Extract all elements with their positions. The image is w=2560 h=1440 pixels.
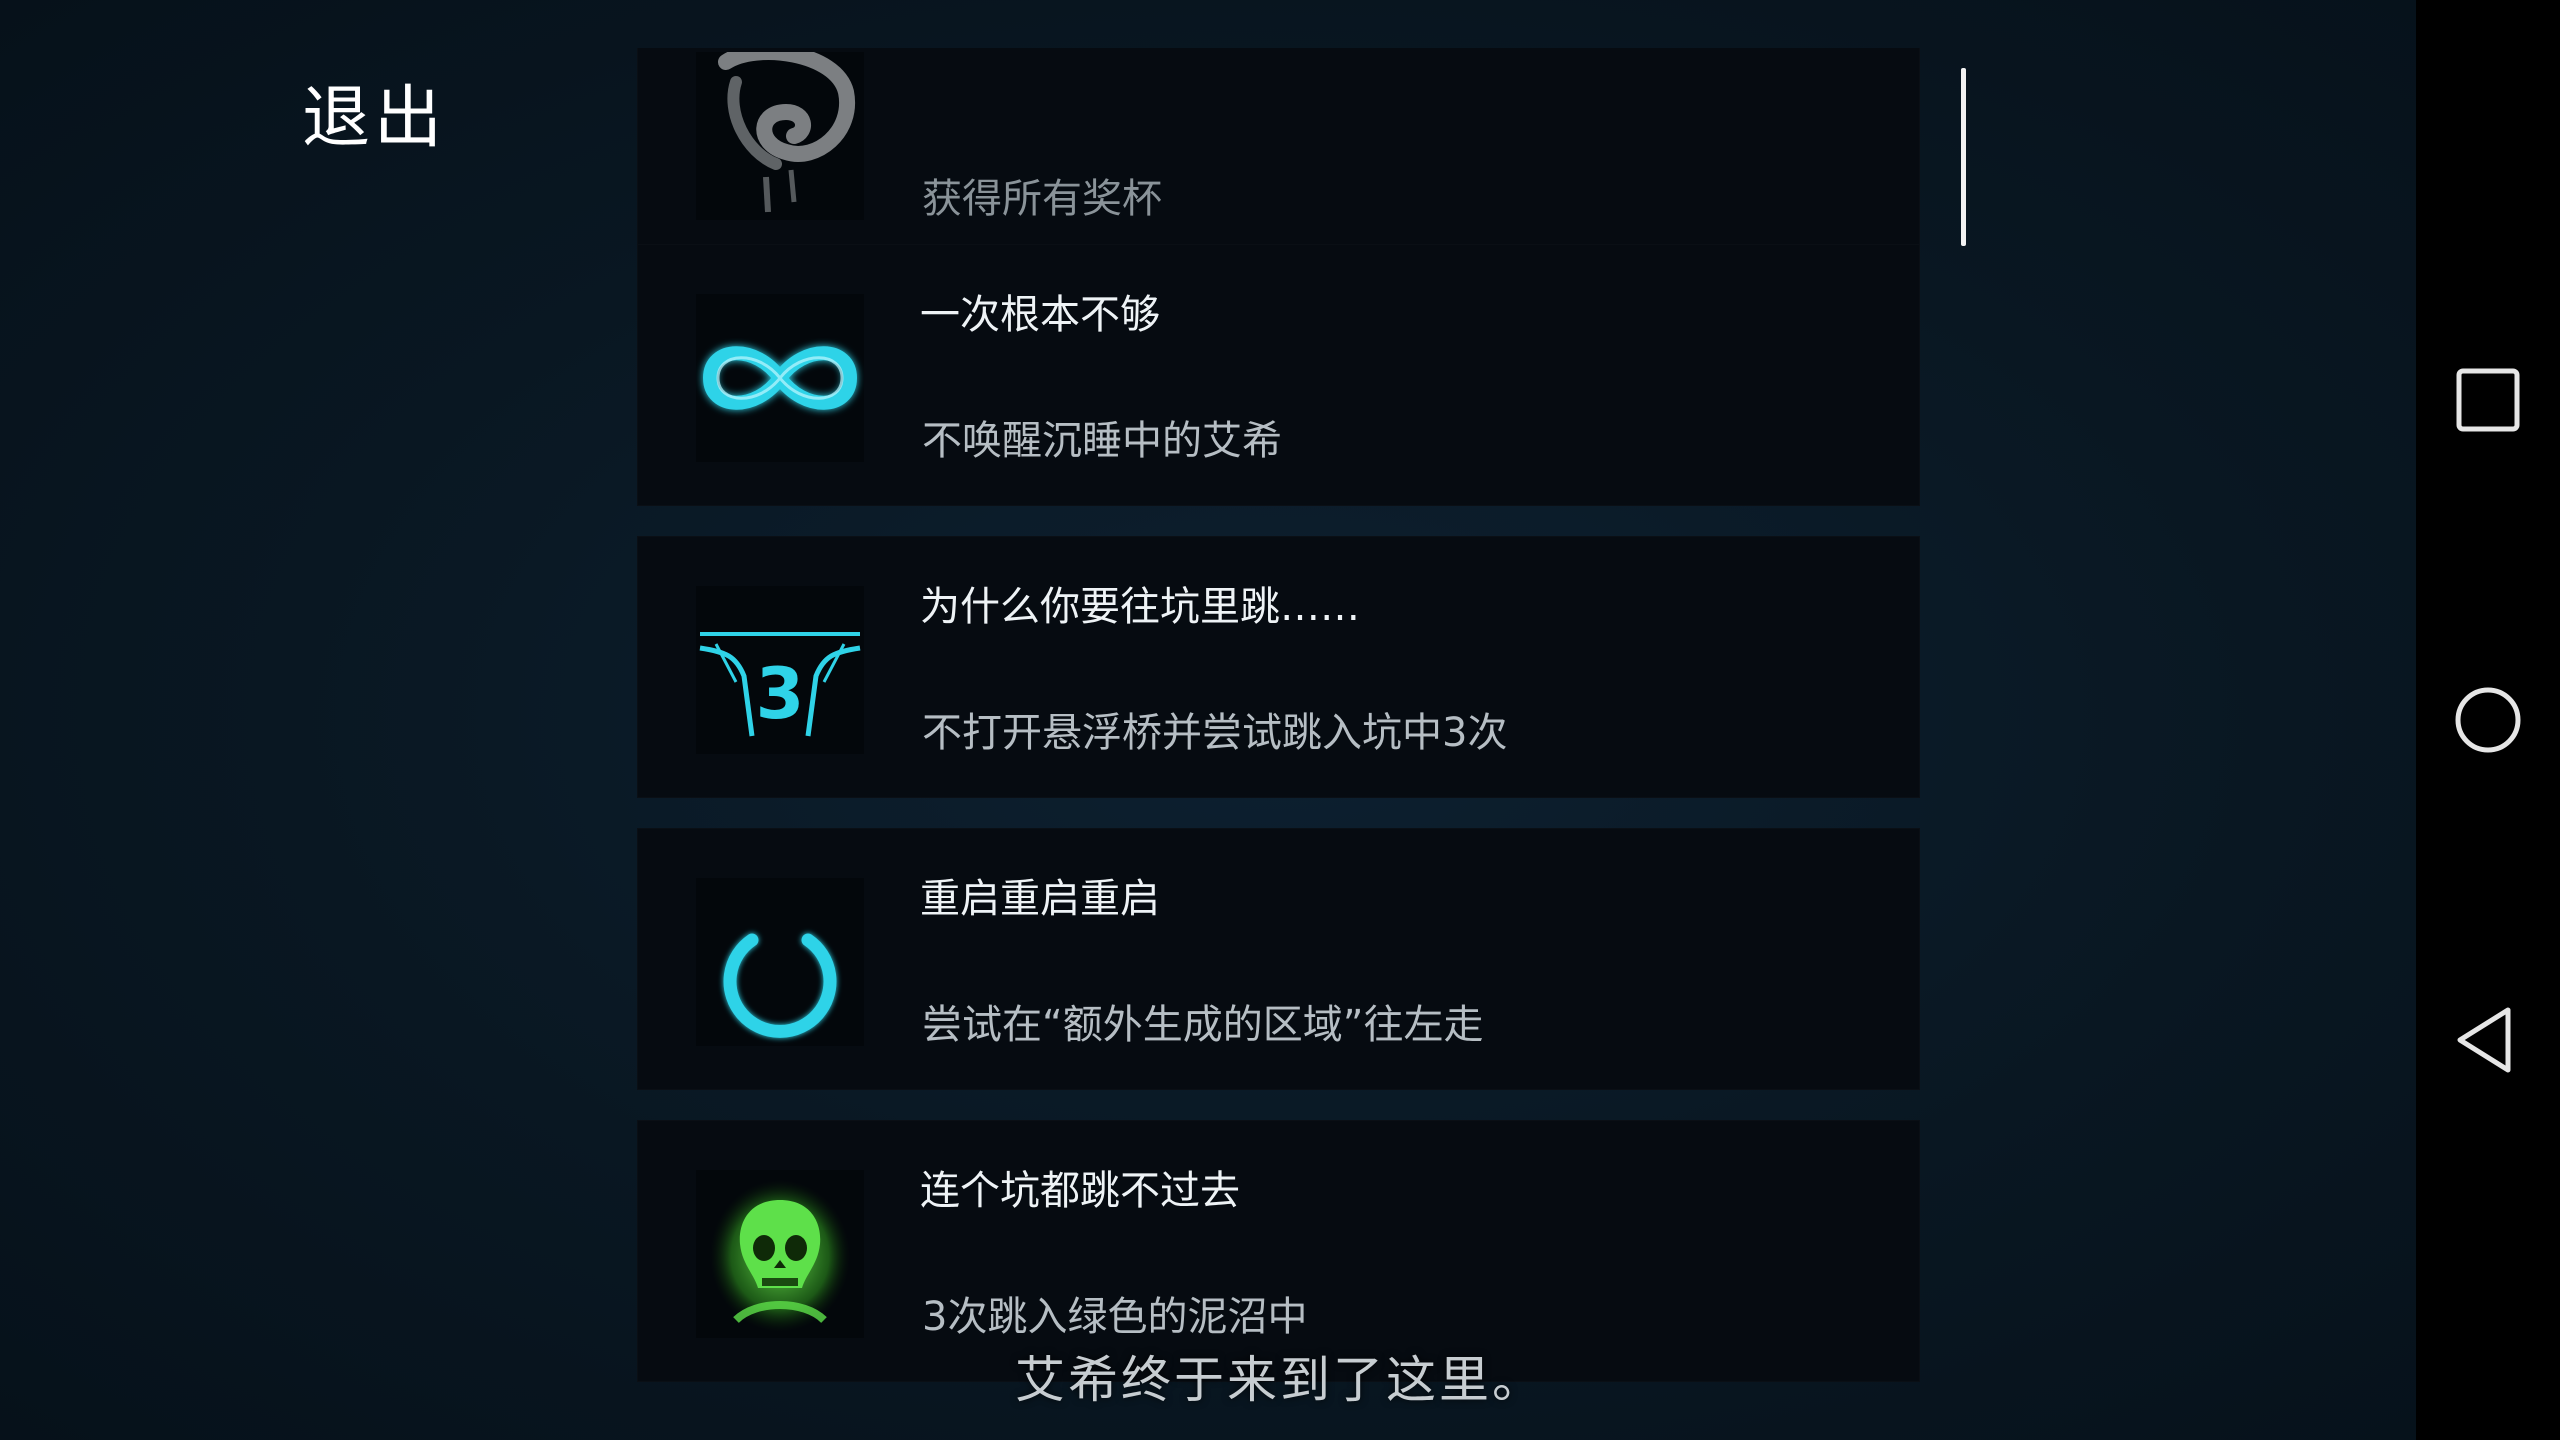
list-scrollbar[interactable]: [1961, 68, 1966, 246]
circle-icon: [2455, 687, 2521, 753]
pit-count-number: 3: [756, 653, 805, 735]
achievement-description: 尝试在“额外生成的区域”往左走: [922, 1002, 1484, 1048]
exit-button[interactable]: 退出: [302, 62, 446, 161]
back-button[interactable]: [2448, 1000, 2528, 1080]
achievement-card-all-trophies[interactable]: 获得所有奖杯: [637, 48, 1920, 264]
green-skull-icon: [696, 1170, 864, 1338]
achievement-description: 获得所有奖杯: [922, 176, 1162, 222]
achievement-title: 为什么你要往坑里跳……: [920, 584, 1360, 630]
power-icon: [696, 878, 864, 1046]
android-navigation-bar: [2416, 0, 2560, 1440]
pit-three-icon: 3: [696, 586, 864, 754]
home-button[interactable]: [2448, 680, 2528, 760]
achievement-card-restart[interactable]: 重启重启重启 尝试在“额外生成的区域”往左走: [637, 828, 1920, 1090]
dialogue-subtitle: 艾希终于来到了这里。: [1015, 1351, 1545, 1409]
achievement-title: 连个坑都跳不过去: [920, 1168, 1240, 1214]
achievement-card-infinity[interactable]: 一次根本不够 不唤醒沉睡中的艾希: [637, 244, 1920, 506]
trophy-swirl-icon: [696, 52, 864, 220]
achievements-screen: 退出 获得所有奖杯 一次根本不够 不唤醒沉睡中的艾希 3 为什么你要往坑里跳………: [0, 0, 2560, 1440]
recents-button[interactable]: [2448, 360, 2528, 440]
triangle-back-icon: [2457, 1007, 2511, 1073]
achievement-title: 重启重启重启: [920, 876, 1160, 922]
achievement-list[interactable]: 获得所有奖杯 一次根本不够 不唤醒沉睡中的艾希 3 为什么你要往坑里跳…… 不打…: [637, 48, 1920, 1440]
achievement-description: 不打开悬浮桥并尝试跳入坑中3次: [922, 710, 1508, 756]
achievement-description: 3次跳入绿色的泥沼中: [922, 1294, 1308, 1340]
infinity-icon: [696, 294, 864, 462]
square-icon: [2456, 368, 2520, 432]
achievement-description: 不唤醒沉睡中的艾希: [922, 418, 1282, 464]
achievement-card-pit-jump[interactable]: 3 为什么你要往坑里跳…… 不打开悬浮桥并尝试跳入坑中3次: [637, 536, 1920, 798]
achievement-title: 一次根本不够: [920, 292, 1160, 338]
